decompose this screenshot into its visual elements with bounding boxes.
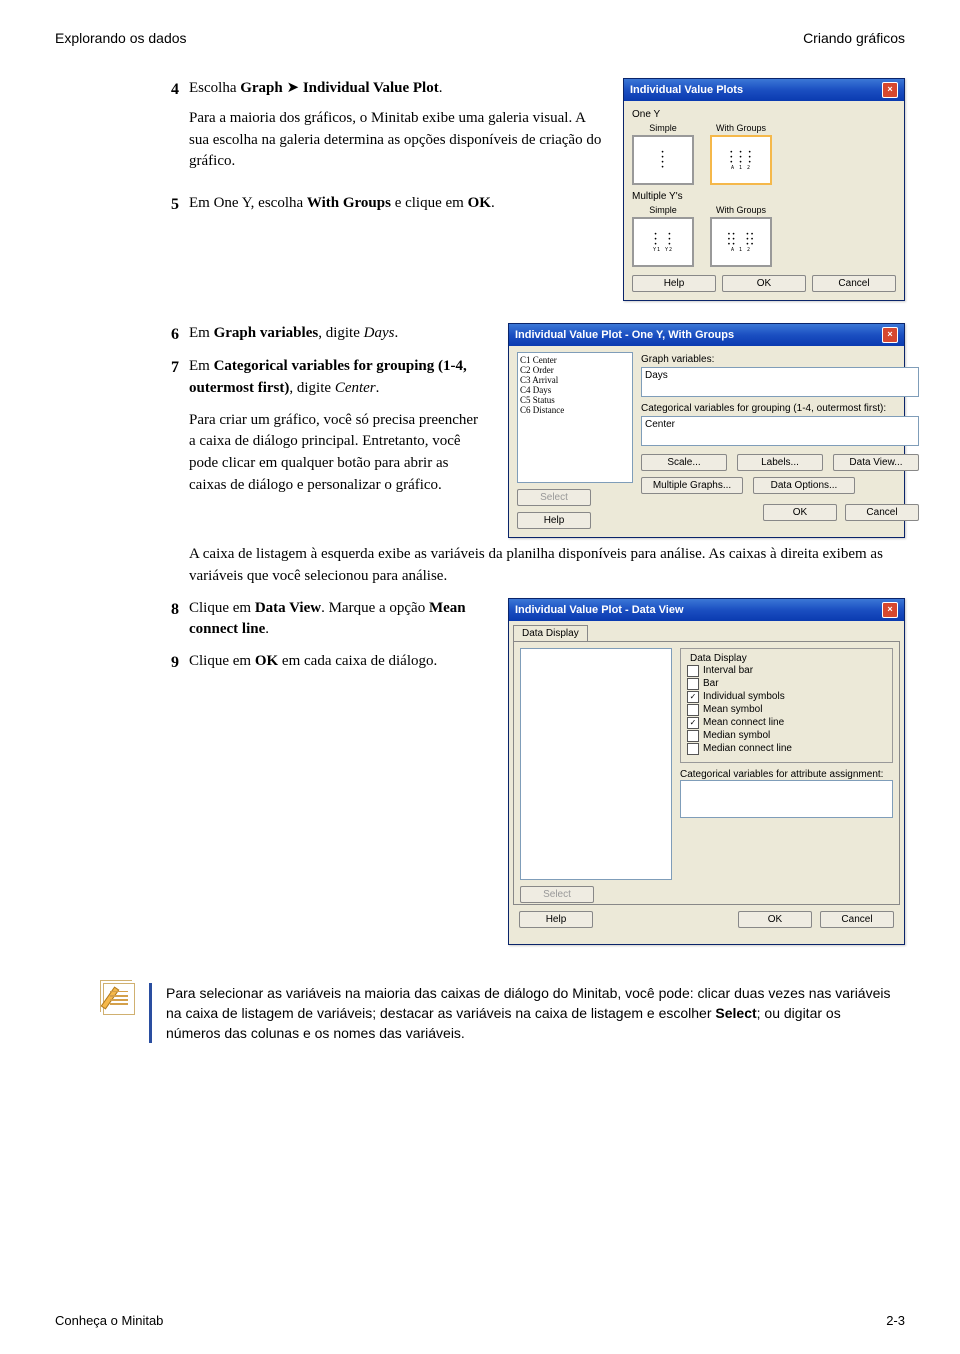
checkbox-icon[interactable]: ✓ [687,717,699,729]
checkbox-bar[interactable]: Bar [687,678,886,690]
checkbox-mean-symbol[interactable]: Mean symbol [687,704,886,716]
dataview-button[interactable]: Data View... [833,454,919,471]
checkbox-individual-symbols[interactable]: ✓Individual symbols [687,691,886,703]
variable-item[interactable]: C2 Order [520,365,630,375]
dialog-title: Individual Value Plot - Data View [515,604,684,616]
checkbox-icon[interactable] [687,665,699,677]
header-right: Criando gráficos [803,30,905,46]
step-body: Escolha Graph ➤ Individual Value Plot. P… [189,78,603,183]
footer-left: Conheça o Minitab [55,1313,163,1328]
variable-item[interactable]: C4 Days [520,385,630,395]
step-num: 5 [165,193,179,216]
data-options-button[interactable]: Data Options... [753,477,855,494]
step-7-p2: A caixa de listagem à esquerda exibe as … [189,544,899,588]
dialog-data-view: Individual Value Plot - Data View × Data… [508,598,905,945]
variable-item[interactable]: C3 Arrival [520,375,630,385]
cancel-button[interactable]: Cancel [812,275,896,292]
section-multiple-ys: Multiple Y's [632,191,896,202]
step-9: 9 Clique em OK em cada caixa de diálogo. [165,651,488,674]
variable-item[interactable]: C5 Status [520,395,630,405]
input-catvars[interactable]: Center [641,416,919,446]
step-7: 7 Em Categorical variables for grouping … [165,356,488,507]
thumb-label-withgroups2: With Groups [710,205,772,215]
checkbox-icon[interactable] [687,678,699,690]
help-button[interactable]: Help [519,911,593,928]
ok-button[interactable]: OK [722,275,806,292]
thumb-multy-simple[interactable]: • •• •• •Y1 Y2 [632,217,694,267]
dialog-title: Individual Value Plot - One Y, With Grou… [515,329,734,341]
footer-right: 2-3 [886,1313,905,1328]
tab-data-display[interactable]: Data Display [513,625,588,641]
note-icon [103,983,135,1015]
checkbox-icon[interactable]: ✓ [687,691,699,703]
multiple-graphs-button[interactable]: Multiple Graphs... [641,477,743,494]
step-num: 4 [165,78,179,183]
input-graphvars[interactable]: Days [641,367,919,397]
select-button[interactable]: Select [517,489,591,506]
note-text: Para selecionar as variáveis na maioria … [166,983,895,1044]
label-catattr: Categorical variables for attribute assi… [680,769,893,780]
variable-list[interactable]: C1 CenterC2 OrderC3 ArrivalC4 DaysC5 Sta… [517,352,633,483]
close-icon[interactable]: × [882,327,898,343]
cancel-button[interactable]: Cancel [820,911,894,928]
checkbox-median-connect-line[interactable]: Median connect line [687,743,886,755]
thumb-oney-withgroups[interactable]: • • •• • •• • •A 1 2 [710,135,772,185]
variable-item[interactable]: C6 Distance [520,405,630,415]
checkbox-mean-connect-line[interactable]: ✓Mean connect line [687,717,886,729]
dialog-individual-value-plots: Individual Value Plots × One Y Simple ••… [623,78,905,301]
variable-item[interactable]: C1 Center [520,355,630,365]
step-6: 6 Em Graph variables, digite Days. [165,323,488,346]
note-bar [149,983,152,1044]
cancel-button[interactable]: Cancel [845,504,919,521]
labels-button[interactable]: Labels... [737,454,823,471]
thumb-label-simple: Simple [632,123,694,133]
ok-button[interactable]: OK [763,504,837,521]
input-catattr[interactable] [680,780,893,818]
checkbox-icon[interactable] [687,743,699,755]
header-left: Explorando os dados [55,30,187,46]
checkbox-interval-bar[interactable]: Interval bar [687,665,886,677]
checkbox-icon[interactable] [687,704,699,716]
dialog-title: Individual Value Plots [630,84,743,96]
select-button[interactable]: Select [520,886,594,903]
step-4: 4 Escolha Graph ➤ Individual Value Plot.… [165,78,603,183]
thumb-label-withgroups: With Groups [710,123,772,133]
group-data-display: Data Display Interval barBar✓Individual … [680,648,893,763]
label-graphvars: Graph variables: [641,354,919,365]
step-8: 8 Clique em Data View. Marque a opção Me… [165,598,488,642]
checkbox-icon[interactable] [687,730,699,742]
help-button[interactable]: Help [517,512,591,529]
ok-button[interactable]: OK [738,911,812,928]
dialog-oney-withgroups: Individual Value Plot - One Y, With Grou… [508,323,905,538]
scale-button[interactable]: Scale... [641,454,727,471]
step-body: Em One Y, escolha With Groups e clique e… [189,193,603,216]
close-icon[interactable]: × [882,602,898,618]
thumb-oney-simple[interactable]: •••• [632,135,694,185]
section-one-y: One Y [632,109,896,120]
help-button[interactable]: Help [632,275,716,292]
note-box: Para selecionar as variáveis na maioria … [55,983,905,1044]
step-5: 5 Em One Y, escolha With Groups e clique… [165,193,603,216]
close-icon[interactable]: × [882,82,898,98]
thumb-multy-withgroups[interactable]: •• •••• •••• ••A 1 2 [710,217,772,267]
thumb-label-simple2: Simple [632,205,694,215]
checkbox-median-symbol[interactable]: Median symbol [687,730,886,742]
variable-list-empty[interactable] [520,648,672,880]
label-catvars: Categorical variables for grouping (1-4,… [641,403,919,414]
